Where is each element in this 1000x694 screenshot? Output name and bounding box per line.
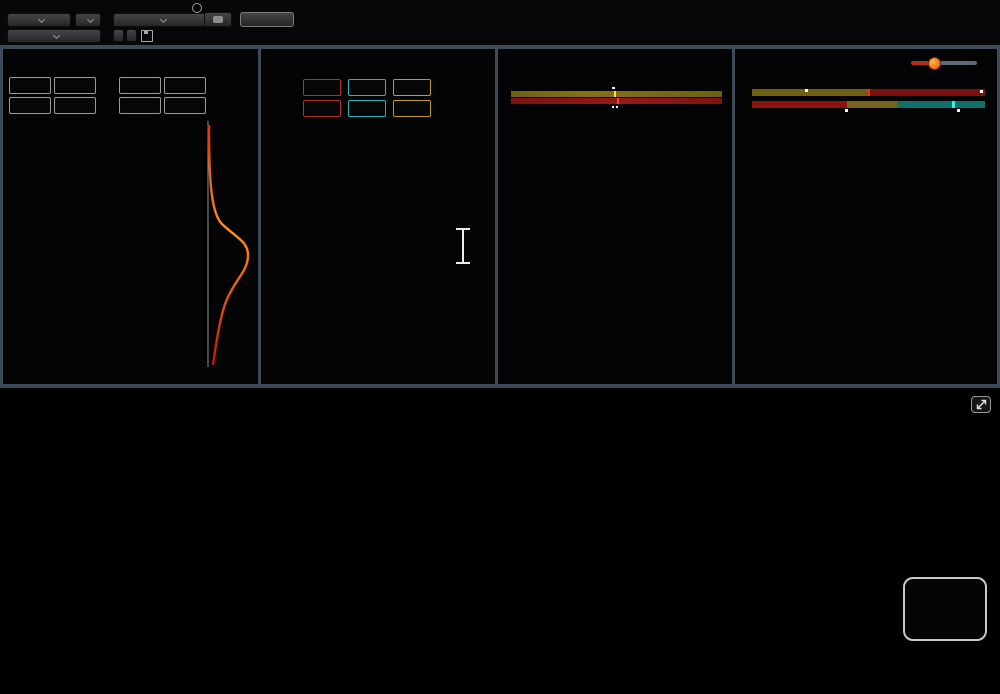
expand-icon: [976, 399, 987, 410]
spl-logo: [903, 577, 987, 641]
plugin-window: [0, 0, 1000, 694]
right-panel: [0, 0, 1000, 694]
expand-button[interactable]: [971, 396, 991, 413]
